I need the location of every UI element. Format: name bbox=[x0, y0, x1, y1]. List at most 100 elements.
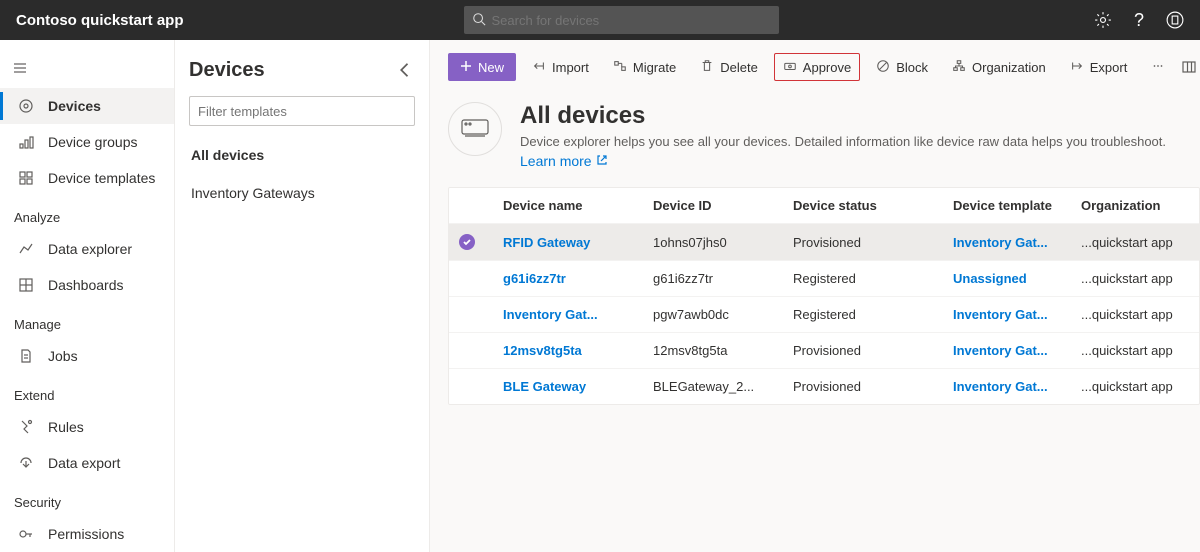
export-arrow-icon bbox=[1070, 59, 1084, 76]
nav-data-export[interactable]: Data export bbox=[0, 445, 174, 481]
templates-icon bbox=[18, 170, 34, 186]
table-header-row: Device name Device ID Device status Devi… bbox=[449, 188, 1200, 224]
import-button-label: Import bbox=[552, 60, 589, 75]
new-button[interactable]: New bbox=[448, 53, 516, 81]
trash-icon bbox=[700, 59, 714, 76]
device-icon bbox=[18, 98, 34, 114]
row-select-cell[interactable] bbox=[449, 369, 493, 405]
nav-device-groups[interactable]: Device groups bbox=[0, 124, 174, 160]
new-button-label: New bbox=[478, 60, 504, 75]
global-search[interactable] bbox=[464, 6, 779, 34]
global-search-input[interactable] bbox=[492, 13, 771, 28]
block-button[interactable]: Block bbox=[868, 53, 936, 81]
row-select-cell[interactable] bbox=[449, 333, 493, 369]
nav-devices[interactable]: Devices bbox=[0, 88, 174, 124]
device-status-cell: Provisioned bbox=[783, 333, 943, 369]
device-id-cell: BLEGateway_2... bbox=[643, 369, 783, 405]
device-name-cell[interactable]: RFID Gateway bbox=[493, 224, 643, 261]
organization-cell: ...quickstart app bbox=[1071, 224, 1189, 261]
nav-device-templates[interactable]: Device templates bbox=[0, 160, 174, 196]
nav-jobs[interactable]: Jobs bbox=[0, 338, 174, 374]
block-icon bbox=[876, 59, 890, 76]
nav-section-manage: Manage bbox=[0, 303, 174, 338]
device-name-cell[interactable]: Inventory Gat... bbox=[493, 297, 643, 333]
jobs-icon bbox=[18, 348, 34, 364]
export-button-label: Export bbox=[1090, 60, 1128, 75]
device-template-cell[interactable]: Inventory Gat... bbox=[943, 297, 1071, 333]
header-device-name[interactable]: Device name bbox=[493, 188, 643, 224]
chart-icon bbox=[18, 241, 34, 257]
device-name-cell[interactable]: BLE Gateway bbox=[493, 369, 643, 405]
table-row[interactable]: 12msv8tg5ta12msv8tg5taProvisionedInvento… bbox=[449, 333, 1200, 369]
approve-button-label: Approve bbox=[803, 60, 851, 75]
help-icon[interactable]: ? bbox=[1130, 11, 1148, 29]
delete-button[interactable]: Delete bbox=[692, 53, 766, 81]
header-device-status[interactable]: Device status bbox=[783, 188, 943, 224]
app-title: Contoso quickstart app bbox=[16, 12, 184, 29]
device-status-cell: Registered bbox=[783, 261, 943, 297]
simulated-cell: Yes bbox=[1189, 369, 1200, 405]
table-row[interactable]: g61i6zz7trg61i6zz7trRegisteredUnassigned… bbox=[449, 261, 1200, 297]
left-nav: Devices Device groups Device templates A… bbox=[0, 40, 175, 552]
nav-data-explorer-label: Data explorer bbox=[48, 241, 132, 257]
nav-permissions[interactable]: Permissions bbox=[0, 516, 174, 552]
filter-templates-input[interactable] bbox=[189, 96, 415, 126]
device-status-cell: Provisioned bbox=[783, 224, 943, 261]
nav-devices-label: Devices bbox=[48, 98, 101, 114]
learn-more-link[interactable]: Learn more bbox=[520, 153, 608, 169]
device-name-cell[interactable]: g61i6zz7tr bbox=[493, 261, 643, 297]
export-button[interactable]: Export bbox=[1062, 53, 1136, 81]
templates-panel: Devices All devices Inventory Gateways bbox=[175, 40, 430, 552]
migrate-button[interactable]: Migrate bbox=[605, 53, 684, 81]
groups-icon bbox=[18, 134, 34, 150]
nav-device-templates-label: Device templates bbox=[48, 170, 155, 186]
nav-data-explorer[interactable]: Data explorer bbox=[0, 231, 174, 267]
header-device-template[interactable]: Device template bbox=[943, 188, 1071, 224]
header-simulated[interactable]: Simulated bbox=[1189, 188, 1200, 224]
hamburger-icon[interactable] bbox=[0, 48, 40, 88]
header-organization[interactable]: Organization bbox=[1071, 188, 1189, 224]
nav-rules[interactable]: Rules bbox=[0, 409, 174, 445]
gear-icon[interactable] bbox=[1094, 11, 1112, 29]
external-link-icon bbox=[596, 153, 608, 169]
table-row[interactable]: BLE GatewayBLEGateway_2...ProvisionedInv… bbox=[449, 369, 1200, 405]
nav-jobs-label: Jobs bbox=[48, 348, 78, 364]
import-button[interactable]: Import bbox=[524, 53, 597, 81]
row-select-cell[interactable] bbox=[449, 297, 493, 333]
device-template-cell[interactable]: Inventory Gat... bbox=[943, 369, 1071, 405]
learn-more-label: Learn more bbox=[520, 153, 592, 169]
simulated-cell: No bbox=[1189, 297, 1200, 333]
row-select-cell[interactable] bbox=[449, 261, 493, 297]
organization-button-label: Organization bbox=[972, 60, 1046, 75]
device-name-cell[interactable]: 12msv8tg5ta bbox=[493, 333, 643, 369]
template-all-devices[interactable]: All devices bbox=[189, 136, 415, 174]
simulated-cell: Yes bbox=[1189, 333, 1200, 369]
device-id-cell: 1ohns07jhs0 bbox=[643, 224, 783, 261]
more-button[interactable] bbox=[1143, 53, 1173, 81]
device-template-cell[interactable]: Inventory Gat... bbox=[943, 333, 1071, 369]
table-row[interactable]: RFID Gateway1ohns07jhs0ProvisionedInvent… bbox=[449, 224, 1200, 261]
device-status-cell: Registered bbox=[783, 297, 943, 333]
table-row[interactable]: Inventory Gat...pgw7awb0dcRegisteredInve… bbox=[449, 297, 1200, 333]
feedback-icon[interactable] bbox=[1166, 11, 1184, 29]
nav-permissions-label: Permissions bbox=[48, 526, 124, 542]
template-inventory-gateways[interactable]: Inventory Gateways bbox=[189, 174, 415, 212]
device-template-cell[interactable]: Unassigned bbox=[943, 261, 1071, 297]
plus-icon bbox=[460, 60, 472, 75]
columns-icon[interactable] bbox=[1181, 59, 1197, 75]
import-icon bbox=[532, 59, 546, 76]
simulated-cell: No bbox=[1189, 261, 1200, 297]
device-template-cell[interactable]: Inventory Gat... bbox=[943, 224, 1071, 261]
organization-button[interactable]: Organization bbox=[944, 53, 1054, 81]
collapse-panel-icon[interactable] bbox=[395, 60, 415, 80]
approve-button[interactable]: Approve bbox=[774, 53, 860, 81]
page-subtitle: Device explorer helps you see all your d… bbox=[520, 134, 1166, 149]
page-header: All devices Device explorer helps you se… bbox=[430, 84, 1200, 183]
nav-dashboards[interactable]: Dashboards bbox=[0, 267, 174, 303]
search-icon bbox=[472, 12, 492, 29]
header-device-id[interactable]: Device ID bbox=[643, 188, 783, 224]
organization-cell: ...quickstart app bbox=[1071, 369, 1189, 405]
row-select-cell[interactable] bbox=[449, 224, 493, 261]
organization-cell: ...quickstart app bbox=[1071, 333, 1189, 369]
rules-icon bbox=[18, 419, 34, 435]
